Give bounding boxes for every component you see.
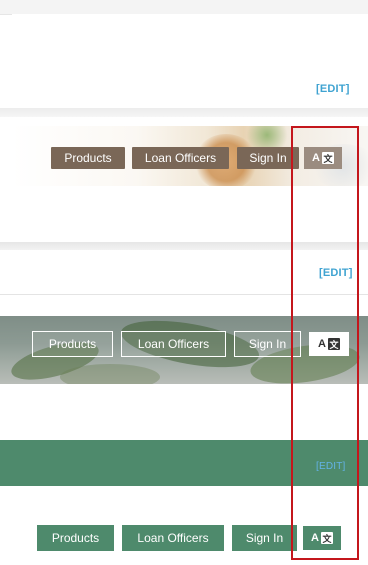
hero-image-shape [60, 364, 160, 384]
translate-icon: 文 [321, 152, 334, 164]
translate-button[interactable]: A 文 [304, 147, 342, 169]
top-strip [0, 0, 368, 15]
green-header-bar [0, 440, 368, 486]
translate-icon: 文 [327, 338, 340, 350]
edit-link-3[interactable]: [EDIT] [316, 461, 346, 472]
header-panel-2 [0, 250, 368, 295]
separator-1 [0, 108, 368, 117]
sign-in-button[interactable]: Sign In [232, 525, 297, 551]
header-panel-1 [12, 14, 368, 108]
products-button[interactable]: Products [32, 331, 113, 357]
translate-icon-letter: A [312, 152, 320, 164]
loan-officers-button[interactable]: Loan Officers [122, 525, 224, 551]
edit-link-1[interactable]: [EDIT] [316, 83, 350, 95]
products-button[interactable]: Products [37, 525, 114, 551]
content-panel-1 [12, 186, 368, 242]
translate-icon-letter: A [311, 532, 319, 544]
translate-icon: 文 [320, 532, 333, 544]
translate-icon-letter: A [318, 338, 326, 350]
translate-button[interactable]: A 文 [303, 526, 341, 550]
edit-link-2[interactable]: [EDIT] [319, 267, 353, 279]
sign-in-button[interactable]: Sign In [237, 147, 299, 169]
content-panel-2 [0, 384, 368, 440]
products-button[interactable]: Products [51, 147, 125, 169]
loan-officers-button[interactable]: Loan Officers [121, 331, 226, 357]
separator-2 [0, 242, 368, 250]
page: [EDIT] Products Loan Officers Sign In A … [0, 0, 368, 565]
translate-button[interactable]: A 文 [309, 332, 349, 356]
sign-in-button[interactable]: Sign In [234, 331, 301, 357]
loan-officers-button[interactable]: Loan Officers [132, 147, 229, 169]
